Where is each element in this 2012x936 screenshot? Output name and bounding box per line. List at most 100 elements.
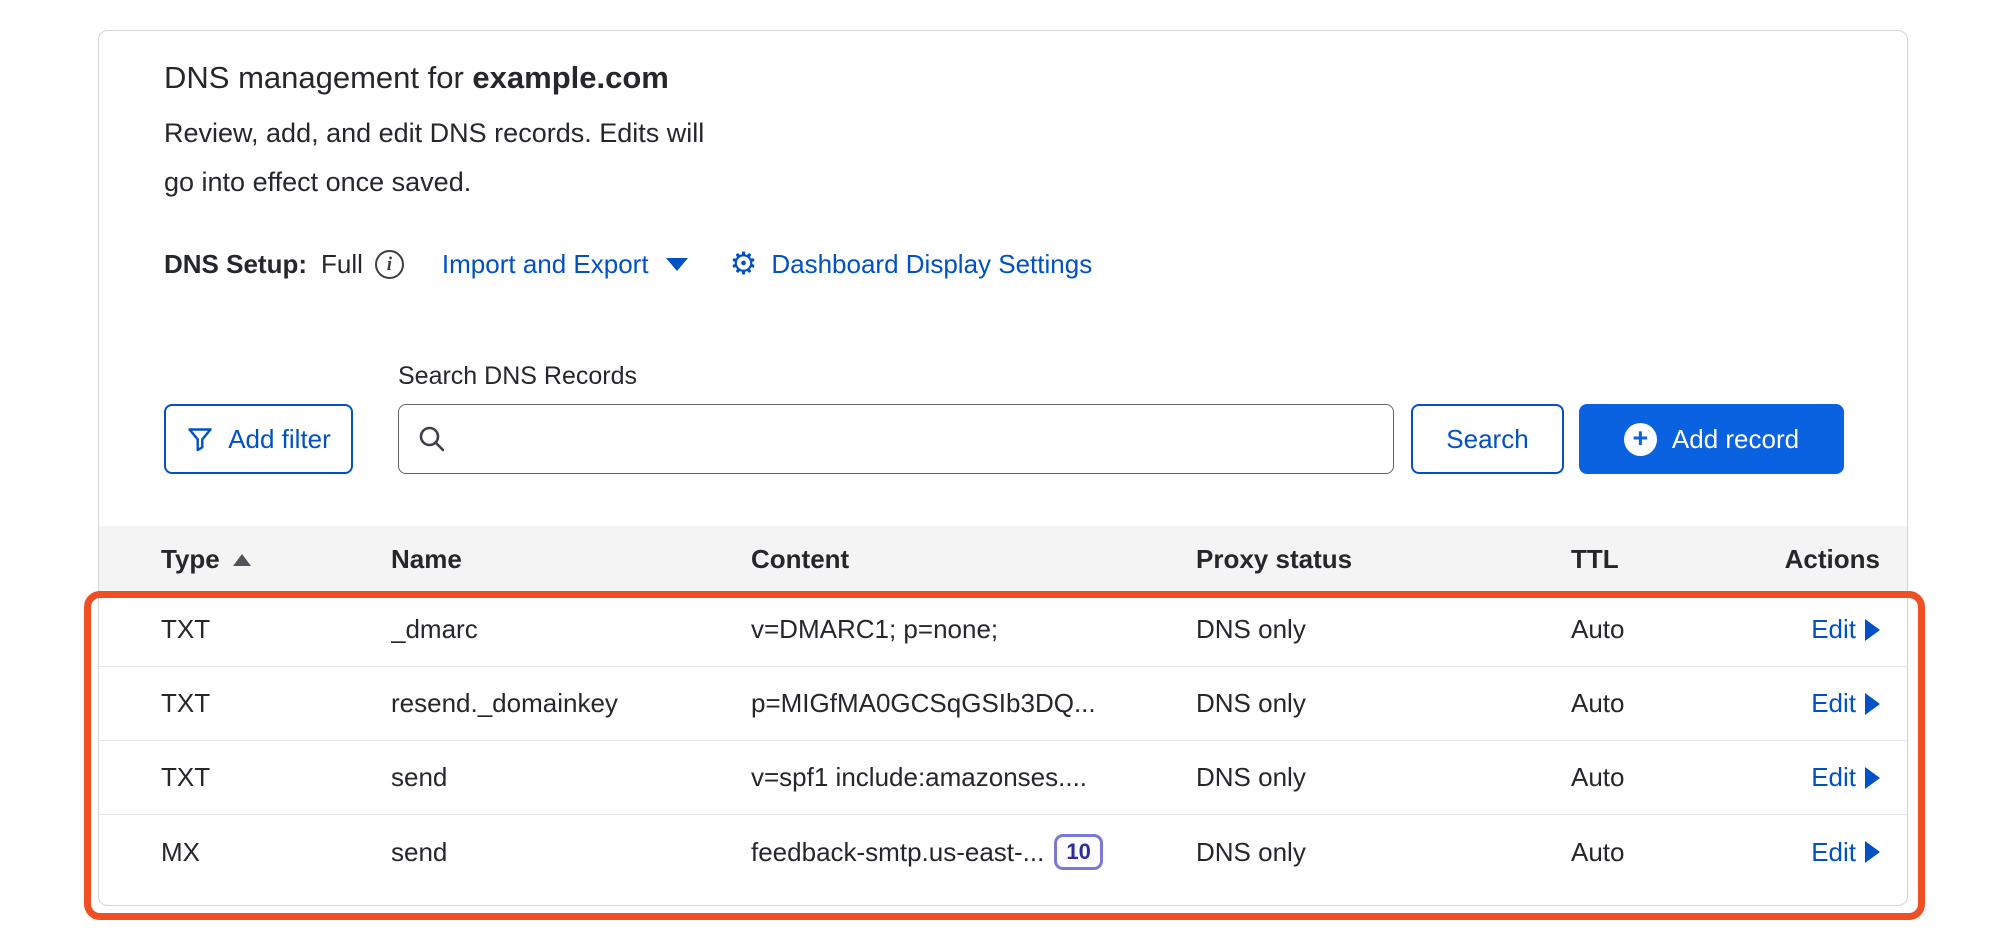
cell-type: TXT xyxy=(161,762,391,793)
search-button[interactable]: Search xyxy=(1411,404,1564,474)
cell-content: feedback-smtp.us-east-... 10 xyxy=(751,834,1196,870)
cell-type-text: MX xyxy=(161,837,200,868)
cell-content-text: v=DMARC1; p=none; xyxy=(751,614,998,645)
gear-icon: ⚙ xyxy=(730,249,758,280)
import-export-label: Import and Export xyxy=(442,249,649,280)
cell-proxy-status: DNS only xyxy=(1196,762,1571,793)
cell-actions: Edit xyxy=(1811,614,1880,645)
cell-proxy-status-text: DNS only xyxy=(1196,837,1306,868)
dns-table-body: TXT _dmarc v=DMARC1; p=none; DNS only Auto Ed… xyxy=(99,593,1907,889)
cell-content-text: p=MIGfMA0GCSqGSIb3DQ... xyxy=(751,688,1096,719)
plus-circle-icon: + xyxy=(1624,423,1657,456)
chevron-right-icon xyxy=(1865,619,1880,641)
column-header-ttl: TTL xyxy=(1571,544,1764,575)
add-filter-button[interactable]: Add filter xyxy=(164,404,353,474)
cell-ttl-text: Auto xyxy=(1571,837,1625,868)
cell-content-text: v=spf1 include:amazonses.... xyxy=(751,762,1087,793)
cell-ttl: Auto xyxy=(1571,688,1764,719)
search-button-label: Search xyxy=(1446,424,1528,455)
cell-content: p=MIGfMA0GCSqGSIb3DQ... xyxy=(751,688,1196,719)
column-header-label: Name xyxy=(391,544,462,575)
sort-ascending-icon xyxy=(233,554,251,566)
cell-proxy-status: DNS only xyxy=(1196,614,1571,645)
dns-management-card: DNS management for example.com Review, a… xyxy=(98,30,1908,906)
cell-name-text: resend._domainkey xyxy=(391,688,618,719)
dns-setup-value: Full xyxy=(321,249,363,280)
priority-badge: 10 xyxy=(1054,834,1102,870)
column-header-actions: Actions xyxy=(1785,544,1880,575)
cell-type: TXT xyxy=(161,614,391,645)
chevron-down-icon xyxy=(666,258,688,271)
info-circle-icon[interactable]: i xyxy=(375,250,404,279)
edit-label: Edit xyxy=(1811,688,1856,719)
column-header-content: Content xyxy=(751,544,1196,575)
chevron-right-icon xyxy=(1865,693,1880,715)
cell-ttl: Auto xyxy=(1571,762,1764,793)
page-subtitle: Review, add, and edit DNS records. Edits… xyxy=(164,109,729,207)
cell-name-text: send xyxy=(391,762,447,793)
import-export-link[interactable]: Import and Export xyxy=(442,249,688,280)
cell-proxy-status-text: DNS only xyxy=(1196,688,1306,719)
cell-ttl-text: Auto xyxy=(1571,762,1625,793)
toolbar: Add filter Search + Add record xyxy=(164,404,1844,474)
cell-type: TXT xyxy=(161,688,391,719)
table-row: TXT resend._domainkey p=MIGfMA0GCSqGSIb3DQ… xyxy=(99,667,1907,741)
cell-name-text: send xyxy=(391,837,447,868)
cell-ttl-text: Auto xyxy=(1571,614,1625,645)
cell-name: _dmarc xyxy=(391,614,751,645)
search-dns-records-label: Search DNS Records xyxy=(398,362,637,391)
page-title-prefix: DNS management for xyxy=(164,60,472,95)
column-header-label: Actions xyxy=(1785,544,1880,575)
cell-name: resend._domainkey xyxy=(391,688,751,719)
chevron-right-icon xyxy=(1865,841,1880,863)
edit-record-button[interactable]: Edit xyxy=(1811,688,1880,719)
cell-content: v=DMARC1; p=none; xyxy=(751,614,1196,645)
cell-type-text: TXT xyxy=(161,762,210,793)
table-row: TXT _dmarc v=DMARC1; p=none; DNS only Auto Ed… xyxy=(99,593,1907,667)
column-header-label: TTL xyxy=(1571,544,1619,575)
column-header-name: Name xyxy=(391,544,751,575)
cell-proxy-status: DNS only xyxy=(1196,837,1571,868)
page-title: DNS management for example.com xyxy=(164,56,669,100)
column-header-label: Type xyxy=(161,544,220,575)
cell-type: MX xyxy=(161,837,391,868)
dns-setup-row: DNS Setup: Full i Import and Export ⚙ Da… xyxy=(164,249,1092,280)
add-filter-label: Add filter xyxy=(228,424,331,455)
edit-record-button[interactable]: Edit xyxy=(1811,837,1880,868)
cell-content-text: feedback-smtp.us-east-... xyxy=(751,837,1044,868)
page-title-domain: example.com xyxy=(472,60,668,95)
column-header-type[interactable]: Type xyxy=(161,544,391,575)
filter-funnel-icon xyxy=(186,425,214,453)
cell-name: send xyxy=(391,762,751,793)
dns-records-table: Type Name Content Proxy status TTL Actions TX… xyxy=(99,526,1907,889)
cell-ttl: Auto xyxy=(1571,614,1764,645)
table-row: TXT send v=spf1 include:amazonses.... DNS o… xyxy=(99,741,1907,815)
cell-type-text: TXT xyxy=(161,688,210,719)
cell-ttl-text: Auto xyxy=(1571,688,1625,719)
cell-actions: Edit xyxy=(1811,762,1880,793)
cell-content: v=spf1 include:amazonses.... xyxy=(751,762,1196,793)
cell-name-text: _dmarc xyxy=(391,614,478,645)
dashboard-display-settings-label: Dashboard Display Settings xyxy=(771,249,1092,280)
cell-proxy-status: DNS only xyxy=(1196,688,1571,719)
add-record-button[interactable]: + Add record xyxy=(1579,404,1844,474)
edit-label: Edit xyxy=(1811,762,1856,793)
cell-actions: Edit xyxy=(1811,688,1880,719)
column-header-label: Proxy status xyxy=(1196,544,1352,575)
search-input[interactable] xyxy=(461,423,1375,456)
table-header-row: Type Name Content Proxy status TTL Actions xyxy=(99,526,1907,593)
edit-label: Edit xyxy=(1811,837,1856,868)
dns-setup-label: DNS Setup: xyxy=(164,249,307,280)
search-box xyxy=(398,404,1394,474)
cell-ttl: Auto xyxy=(1571,837,1764,868)
edit-record-button[interactable]: Edit xyxy=(1811,762,1880,793)
cell-actions: Edit xyxy=(1811,837,1880,868)
magnifier-icon xyxy=(417,424,447,454)
edit-record-button[interactable]: Edit xyxy=(1811,614,1880,645)
dashboard-display-settings-link[interactable]: ⚙ Dashboard Display Settings xyxy=(730,249,1093,280)
cell-type-text: TXT xyxy=(161,614,210,645)
cell-proxy-status-text: DNS only xyxy=(1196,762,1306,793)
cell-proxy-status-text: DNS only xyxy=(1196,614,1306,645)
edit-label: Edit xyxy=(1811,614,1856,645)
column-header-label: Content xyxy=(751,544,849,575)
